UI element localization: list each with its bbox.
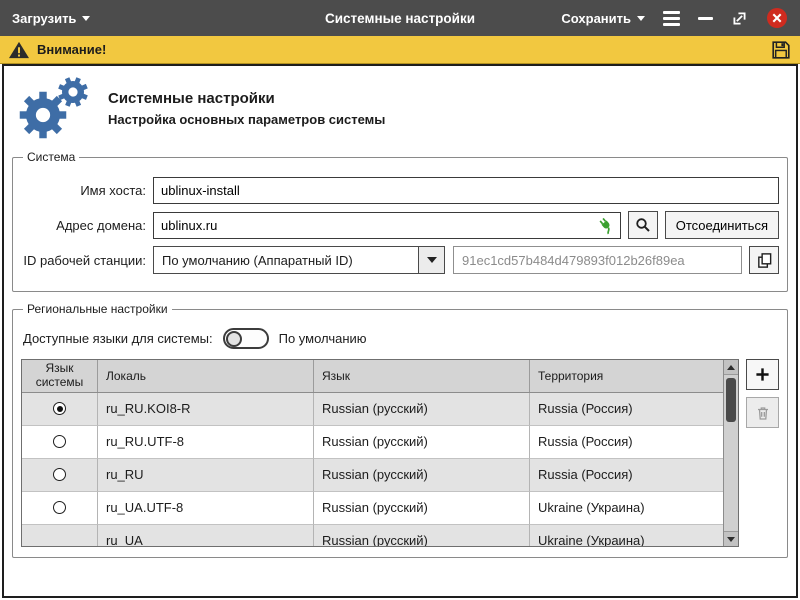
system-settings-window: Загрузить Системные настройки Сохранить — [0, 0, 800, 600]
language-cell: Russian (русский) — [314, 525, 530, 547]
close-button[interactable] — [766, 7, 788, 29]
minimize-button[interactable] — [698, 17, 713, 20]
column-header: Территория — [530, 360, 723, 392]
add-locale-button[interactable] — [746, 359, 779, 390]
page-subtitle: Настройка основных параметров системы — [108, 112, 385, 127]
main-content: Системные настройки Настройка основных п… — [2, 64, 798, 598]
table-row[interactable]: ru_UARussian (русский)Ukraine (Украина) — [22, 525, 723, 547]
close-icon — [766, 7, 788, 29]
toggle-state-label: По умолчанию — [279, 331, 367, 346]
locale-cell: ru_RU.KOI8-R — [98, 393, 314, 426]
chevron-down-icon — [637, 16, 645, 21]
locale-cell: ru_UA — [98, 525, 314, 547]
locale-table: Язык системыЛокальЯзыкТерритория ru_RU.K… — [21, 359, 739, 547]
trash-icon — [755, 405, 771, 421]
available-languages-label: Доступные языки для системы: — [23, 331, 213, 346]
station-id-value — [453, 246, 742, 274]
territory-cell: Ukraine (Украина) — [530, 492, 723, 525]
maximize-button[interactable] — [731, 10, 748, 27]
titlebar: Загрузить Системные настройки Сохранить — [0, 0, 800, 36]
warning-bar: Внимание! — [0, 36, 800, 64]
station-id-select[interactable]: По умолчанию (Аппаратный ID) — [153, 246, 445, 274]
scroll-down-icon[interactable] — [724, 531, 738, 546]
locale-cell: ru_RU — [98, 459, 314, 492]
combo-dropdown-button[interactable] — [418, 247, 444, 273]
locale-cell: ru_UA.UTF-8 — [98, 492, 314, 525]
territory-cell: Ukraine (Украина) — [530, 525, 723, 547]
copy-icon — [756, 252, 773, 269]
system-group-legend: Система — [23, 150, 79, 164]
territory-cell: Russia (Россия) — [530, 393, 723, 426]
hostname-input[interactable] — [153, 177, 779, 204]
menu-button[interactable] — [663, 11, 680, 26]
table-row[interactable]: ru_UA.UTF-8Russian (русский)Ukraine (Укр… — [22, 492, 723, 525]
warning-text: Внимание! — [37, 42, 106, 57]
radio-icon[interactable] — [53, 435, 66, 448]
page-title: Системные настройки — [108, 90, 385, 107]
save-button-label: Сохранить — [561, 11, 631, 26]
table-row[interactable]: ru_RU.KOI8-RRussian (русский)Russia (Рос… — [22, 393, 723, 426]
column-header: Локаль — [98, 360, 314, 392]
toggle-knob — [226, 331, 242, 347]
territory-cell: Russia (Россия) — [530, 426, 723, 459]
radio-icon[interactable] — [53, 468, 66, 481]
system-language-cell[interactable] — [22, 393, 98, 426]
column-header: Язык — [314, 360, 530, 392]
table-scrollbar[interactable] — [723, 360, 738, 546]
warning-icon — [8, 40, 30, 60]
disconnect-button[interactable]: Отсоединиться — [665, 211, 779, 239]
system-language-cell[interactable] — [22, 525, 98, 547]
system-language-cell[interactable] — [22, 459, 98, 492]
table-row[interactable]: ru_RURussian (русский)Russia (Россия) — [22, 459, 723, 492]
search-domain-button[interactable] — [628, 211, 658, 239]
language-cell: Russian (русский) — [314, 393, 530, 426]
system-language-cell[interactable] — [22, 426, 98, 459]
domain-label: Адрес домена: — [21, 218, 153, 233]
locale-table-body: ru_RU.KOI8-RRussian (русский)Russia (Рос… — [22, 393, 723, 547]
hostname-label: Имя хоста: — [21, 183, 153, 198]
radio-selected-icon[interactable] — [53, 402, 66, 415]
hamburger-icon — [663, 11, 680, 26]
column-header: Язык системы — [22, 360, 98, 392]
app-header: Системные настройки Настройка основных п… — [12, 72, 788, 150]
search-icon — [635, 217, 651, 233]
language-cell: Russian (русский) — [314, 459, 530, 492]
scroll-up-icon[interactable] — [724, 360, 738, 375]
regional-group: Региональные настройки Доступные языки д… — [12, 302, 788, 558]
station-id-selected-option: По умолчанию (Аппаратный ID) — [154, 247, 418, 273]
language-cell: Russian (русский) — [314, 492, 530, 525]
locale-cell: ru_RU.UTF-8 — [98, 426, 314, 459]
plus-icon — [755, 367, 770, 382]
chevron-down-icon — [82, 16, 90, 21]
save-file-button[interactable] — [770, 39, 792, 61]
radio-icon[interactable] — [53, 501, 66, 514]
gears-icon — [16, 76, 94, 140]
delete-locale-button[interactable] — [746, 397, 779, 428]
expand-icon — [731, 10, 748, 27]
minimize-icon — [698, 17, 713, 20]
chevron-down-icon — [427, 257, 437, 263]
system-group: Система Имя хоста: Адрес домена: — [12, 150, 788, 292]
floppy-save-icon — [770, 39, 792, 61]
system-language-cell[interactable] — [22, 492, 98, 525]
station-id-label: ID рабочей станции: — [21, 253, 153, 268]
locale-table-header: Язык системыЛокальЯзыкТерритория — [22, 360, 723, 393]
scrollbar-thumb[interactable] — [726, 378, 736, 422]
copy-id-button[interactable] — [749, 246, 779, 274]
load-button[interactable]: Загрузить — [12, 11, 90, 26]
language-cell: Russian (русский) — [314, 426, 530, 459]
territory-cell: Russia (Россия) — [530, 459, 723, 492]
save-button[interactable]: Сохранить — [561, 11, 645, 26]
regional-group-legend: Региональные настройки — [23, 302, 172, 316]
connected-plug-icon — [597, 216, 616, 238]
load-button-label: Загрузить — [12, 11, 76, 26]
languages-toggle[interactable] — [223, 328, 269, 349]
domain-input[interactable] — [153, 212, 621, 239]
table-row[interactable]: ru_RU.UTF-8Russian (русский)Russia (Росс… — [22, 426, 723, 459]
